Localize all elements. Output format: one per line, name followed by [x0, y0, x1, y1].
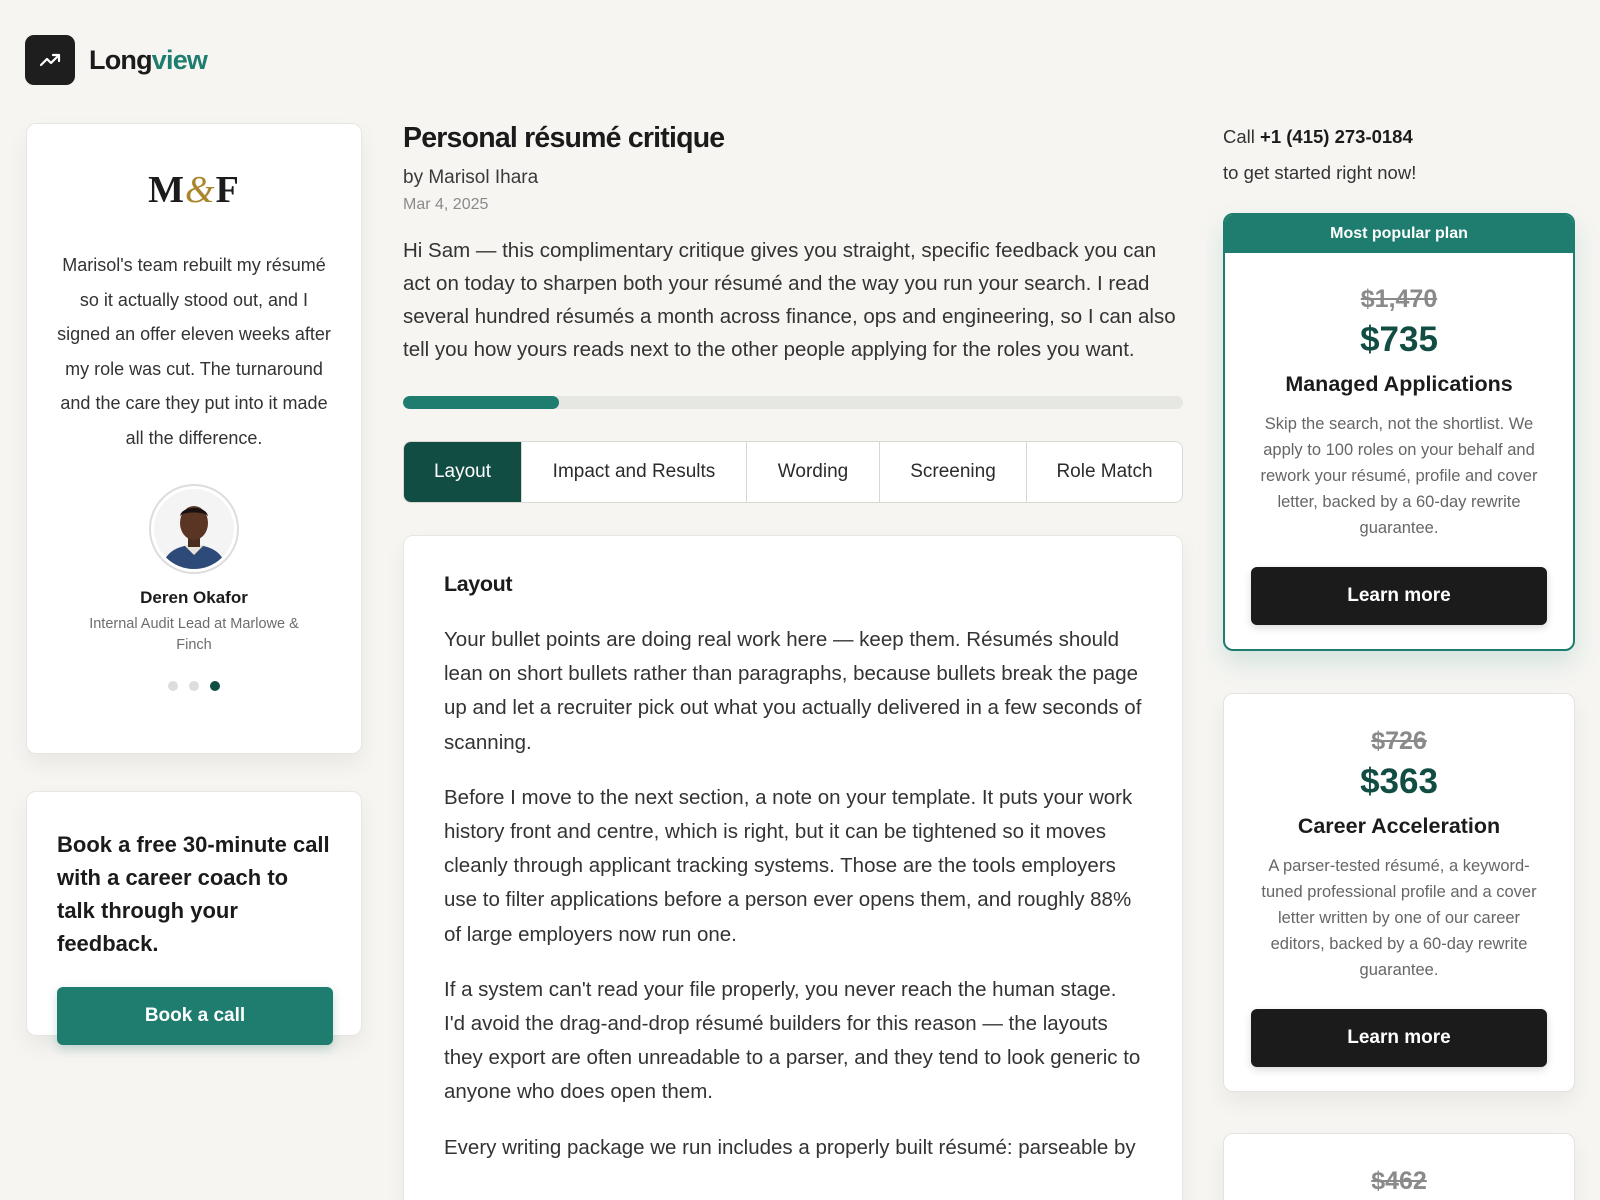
- old-price: $1,470: [1360, 285, 1438, 313]
- call-line: Call +1 (415) 273-0184: [1223, 126, 1575, 148]
- carousel-dot-3[interactable]: [210, 680, 220, 691]
- call-prefix: Call: [1223, 126, 1255, 147]
- section-title: Layout: [444, 572, 513, 596]
- page-title: Personal résumé critique: [403, 122, 725, 154]
- tab-impact-and-results[interactable]: Impact and Results: [522, 442, 747, 502]
- plan-card-managed-applications: Most popular plan $1,470 $735 Managed Ap…: [1223, 213, 1575, 651]
- phone-number[interactable]: +1 (415) 273-0184: [1260, 126, 1413, 147]
- learn-more-button[interactable]: Learn more: [1251, 567, 1547, 625]
- plan-description: Skip the search, not the shortlist. We a…: [1260, 415, 1538, 537]
- site-header: Longview: [25, 35, 208, 85]
- tab-screening[interactable]: Screening: [880, 442, 1027, 502]
- plan-price: $363: [1360, 762, 1438, 801]
- booking-title: Book a free 30-minute call with a career…: [57, 832, 330, 956]
- company-logo-amp: &: [185, 169, 216, 211]
- tab-wording[interactable]: Wording: [747, 442, 880, 502]
- carousel-dot-2[interactable]: [189, 680, 199, 691]
- section-paragraph: Every writing package we run includes a …: [444, 1135, 1136, 1159]
- brand-name-part1: Long: [89, 44, 153, 75]
- plan-name: Managed Applications: [1285, 372, 1513, 396]
- learn-more-button[interactable]: Learn more: [1251, 1009, 1547, 1067]
- brand-name-part2: view: [151, 44, 208, 75]
- feedback-section-card: Layout Your bullet points are doing real…: [403, 535, 1183, 1200]
- plan-name: Career Acceleration: [1297, 814, 1501, 838]
- tab-role-match[interactable]: Role Match: [1027, 442, 1182, 502]
- call-subtext: to get started right now!: [1223, 162, 1417, 183]
- plan-card-career-acceleration: $726 $363 Career Acceleration A parser-t…: [1223, 693, 1575, 1092]
- plan-price: $735: [1360, 320, 1438, 359]
- testimonial-name: Deren Okafor: [140, 587, 248, 607]
- section-paragraph: Your bullet points are doing real work h…: [444, 628, 1142, 754]
- section-paragraph: If a system can't read your file properl…: [444, 977, 1141, 1104]
- testimonial-card: M&F Marisol's team rebuilt my résumé so …: [26, 123, 362, 754]
- section-tabs: Layout Impact and Results Wording Screen…: [403, 441, 1183, 503]
- progress-bar-fill: [403, 396, 559, 409]
- old-price: $726: [1371, 727, 1427, 755]
- intro-paragraph: Hi Sam — this complimentary critique giv…: [403, 239, 1176, 361]
- old-price: $462: [1371, 1167, 1427, 1195]
- progress-bar: [403, 396, 1183, 409]
- testimonial-role: Internal Audit Lead at Marlowe & Finch: [89, 615, 299, 654]
- author-byline: by Marisol Ihara: [403, 167, 539, 188]
- trending-up-icon[interactable]: [25, 35, 75, 85]
- plan-card-third: $462: [1223, 1133, 1575, 1200]
- carousel-dot-1[interactable]: [168, 680, 178, 691]
- plan-description: A parser-tested résumé, a keyword-tuned …: [1261, 857, 1537, 979]
- popular-plan-badge: Most popular plan: [1225, 215, 1573, 253]
- section-paragraph: Before I move to the next section, a not…: [444, 785, 1133, 946]
- brand-name[interactable]: Longview: [89, 44, 208, 76]
- tab-layout[interactable]: Layout: [404, 442, 522, 502]
- book-call-button[interactable]: Book a call: [57, 987, 333, 1045]
- testimonial-quote: Marisol's team rebuilt my résumé so it a…: [57, 255, 331, 448]
- booking-card: Book a free 30-minute call with a career…: [26, 791, 362, 1045]
- carousel-dots: [27, 680, 361, 691]
- company-logo-f: F: [215, 169, 240, 211]
- main-content: Personal résumé critique by Marisol Ihar…: [403, 122, 1183, 1200]
- contact-info: Call +1 (415) 273-0184 to get started ri…: [1223, 126, 1575, 184]
- publish-date: Mar 4, 2025: [403, 196, 489, 213]
- avatar: [149, 483, 239, 574]
- company-logo-m: M: [148, 169, 186, 211]
- company-logo: M&F: [27, 168, 361, 212]
